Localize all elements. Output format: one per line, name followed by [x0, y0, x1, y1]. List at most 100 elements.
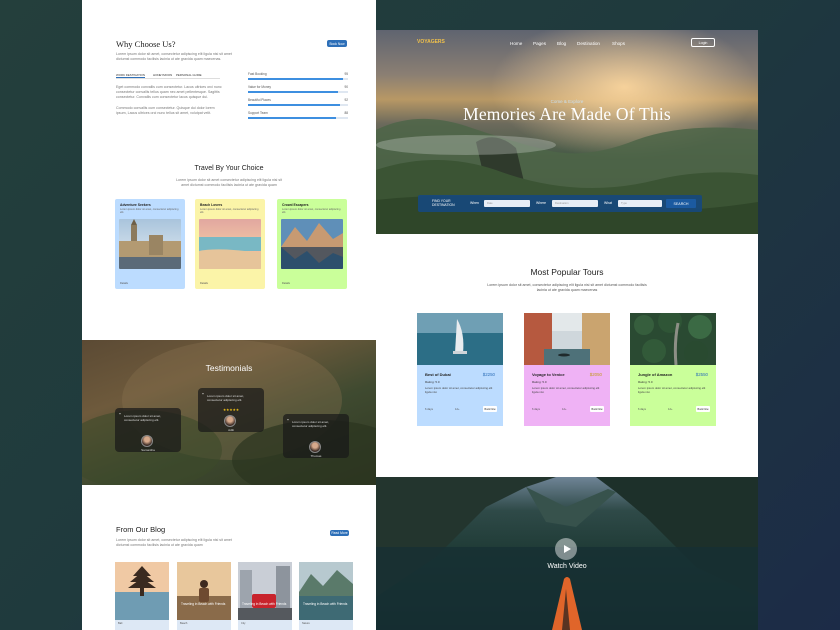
why-title: Why Choose Us?	[116, 39, 176, 49]
tour-people: 12+	[562, 408, 567, 411]
testimonial-text: Lorem ipsum dolor sit amet, consectetur …	[124, 414, 162, 423]
tour-desc: Lorem ipsum dolor sit amet, consectetur …	[532, 386, 600, 394]
blog-post-footer: Beach	[177, 620, 231, 630]
blog-card[interactable]: Traveling in Beach with Friends City	[238, 562, 292, 630]
testimonial-text: Lorem ipsum dolor sit amet, consectetur …	[207, 394, 245, 403]
tour-price: $2550	[695, 372, 708, 377]
london-image	[119, 219, 181, 269]
blog-card[interactable]: Traveling in Beach with Friends Beach	[177, 562, 231, 630]
progress-track	[248, 117, 348, 119]
tour-name: Best of Dubai	[425, 372, 451, 377]
search-label: FIND YOUR DESTINATION	[432, 199, 455, 207]
progress-track	[248, 78, 348, 80]
choice-card-footer[interactable]: Details	[282, 282, 290, 285]
search-button[interactable]: SEARCH	[666, 199, 696, 208]
login-button[interactable]: Login	[691, 38, 715, 47]
travel-description: Lorem ipsum dolor sit amet consectetur a…	[176, 178, 282, 187]
progress-fill	[248, 117, 336, 119]
choice-card-adventure[interactable]: Adventure Seekers Lorem ipsum dolor sit …	[115, 199, 185, 289]
popular-title: Most Popular Tours	[530, 267, 604, 277]
tab-honeymoon[interactable]: HONEYMOON	[153, 73, 172, 77]
tour-desc: Lorem ipsum dolor sit amet, consectetur …	[425, 386, 493, 394]
nav-shops[interactable]: Shops	[612, 41, 625, 46]
book-now-button[interactable]: Book Now	[327, 40, 347, 47]
hero-section: VOYAGERS Home Pages Blog Destination Sho…	[376, 30, 758, 234]
choice-card-title: Beach Lovers	[200, 203, 223, 207]
temple-image	[115, 562, 169, 620]
watch-video-label[interactable]: Watch Video	[376, 563, 758, 570]
blog-post-title: Traveling in Beach with Friends	[303, 602, 348, 606]
progress-value: 88	[344, 111, 348, 115]
blog-post-title: Traveling in Beach with Friends	[242, 602, 287, 606]
blog-post-title: Traveling in Beach with Friends	[181, 602, 226, 606]
search-bar: FIND YOUR DESTINATION When Date Where De…	[418, 195, 702, 212]
brand-logo[interactable]: VOYAGERS	[417, 39, 445, 45]
choice-card-beach[interactable]: Beach Lovers Lorem ipsum dolor sit amet,…	[195, 199, 265, 289]
tour-duration: 6 days	[638, 408, 646, 411]
testimonial-text: Lorem ipsum dolor sit amet, consectetur …	[292, 420, 330, 429]
choice-card-footer[interactable]: Details	[120, 282, 128, 285]
tour-name: Voyage to Venice	[532, 372, 565, 377]
nav-pages[interactable]: Pages	[533, 41, 546, 46]
nav-blog[interactable]: Blog	[557, 41, 566, 46]
book-now-button[interactable]: Book Now	[590, 406, 604, 412]
blog-post-footer: Bali	[115, 620, 169, 630]
progress-label: Value for Money	[248, 85, 271, 89]
tour-card-dubai[interactable]: Best of Dubai $2250 Rating: 5.0 Lorem ip…	[417, 313, 503, 426]
play-button[interactable]	[555, 538, 577, 560]
read-more-button[interactable]: Read More	[330, 530, 349, 536]
tour-name: Jungle of Amazon	[638, 372, 673, 377]
quote-icon: “	[287, 419, 289, 425]
testimonial-card: “ Lorem ipsum dolor sit amet, consectetu…	[198, 388, 264, 432]
progress-value: 95	[344, 72, 348, 76]
city-bus-image	[238, 562, 292, 620]
what-label: What	[604, 201, 612, 205]
popular-description: Lorem ipsum dolor sit amet, consectetur …	[487, 283, 647, 292]
hero-title: Memories Are Made Of This	[463, 104, 671, 124]
choice-card-footer[interactable]: Details	[200, 282, 208, 285]
testimonials-title: Testimonials	[205, 363, 253, 373]
blog-card[interactable]: Traveling in Beach with Friends Nature	[299, 562, 353, 630]
tour-card-amazon[interactable]: Jungle of Amazon $2550 Rating: 5.0 Lorem…	[630, 313, 716, 426]
blog-title: From Our Blog	[116, 525, 166, 534]
blog-card[interactable]: Bali	[115, 562, 169, 630]
avatar	[141, 435, 153, 447]
choice-card-desc: Lorem ipsum dolor sit amet, consectetur …	[282, 208, 341, 215]
choice-card-title: Adventure Seekers	[120, 203, 151, 207]
tab-work-destination[interactable]: WORK DESTINATION	[116, 73, 146, 78]
progress-label: Beautiful Places	[248, 98, 271, 102]
traveler-image	[177, 562, 231, 620]
progress-value: 92	[344, 98, 348, 102]
tour-card-venice[interactable]: Voyage to Venice $2050 Rating: 5.0 Lorem…	[524, 313, 610, 426]
play-icon	[563, 545, 571, 553]
where-label: Where	[536, 201, 546, 205]
nav-home[interactable]: Home	[510, 41, 522, 46]
what-input[interactable]: Type	[618, 200, 662, 207]
left-panel: Why Choose Us? Book Now Lorem ipsum dolo…	[82, 0, 376, 630]
tour-people: 12+	[668, 408, 673, 411]
video-section: Watch Video	[376, 477, 758, 630]
when-input[interactable]: Date	[484, 200, 530, 207]
jungle-image	[630, 313, 716, 365]
testimonial-card: “ Lorem ipsum dolor sit amet, consectetu…	[283, 414, 349, 458]
star-rating-icon: ★★★★★	[222, 408, 240, 412]
progress-label: Support Team	[248, 111, 268, 115]
book-now-button[interactable]: Book Now	[696, 406, 710, 412]
beach-image	[199, 219, 261, 269]
why-description: Lorem ipsum dolor sit amet, consectetur …	[116, 52, 232, 61]
why-choose-us-section: Why Choose Us? Book Now Lorem ipsum dolo…	[82, 0, 376, 330]
lake-image	[299, 562, 353, 620]
testimonial-name: Thomas	[310, 454, 322, 458]
where-input[interactable]: Destination	[552, 200, 598, 207]
when-label: When	[470, 201, 479, 205]
tour-price: $2050	[589, 372, 602, 377]
avatar	[309, 441, 321, 453]
choice-card-title: Crowd Escapers	[282, 203, 309, 207]
book-now-button[interactable]: Book Now	[483, 406, 497, 412]
choice-card-crowd[interactable]: Crowd Escapers Lorem ipsum dolor sit ame…	[277, 199, 347, 289]
mountain-lake-image	[281, 219, 343, 269]
tab-personal-guide[interactable]: PERSONAL GUIDE	[176, 73, 202, 77]
nav-destination[interactable]: Destination	[577, 41, 600, 46]
quote-icon: “	[119, 413, 121, 419]
progress-label: Fast Booking	[248, 72, 267, 76]
